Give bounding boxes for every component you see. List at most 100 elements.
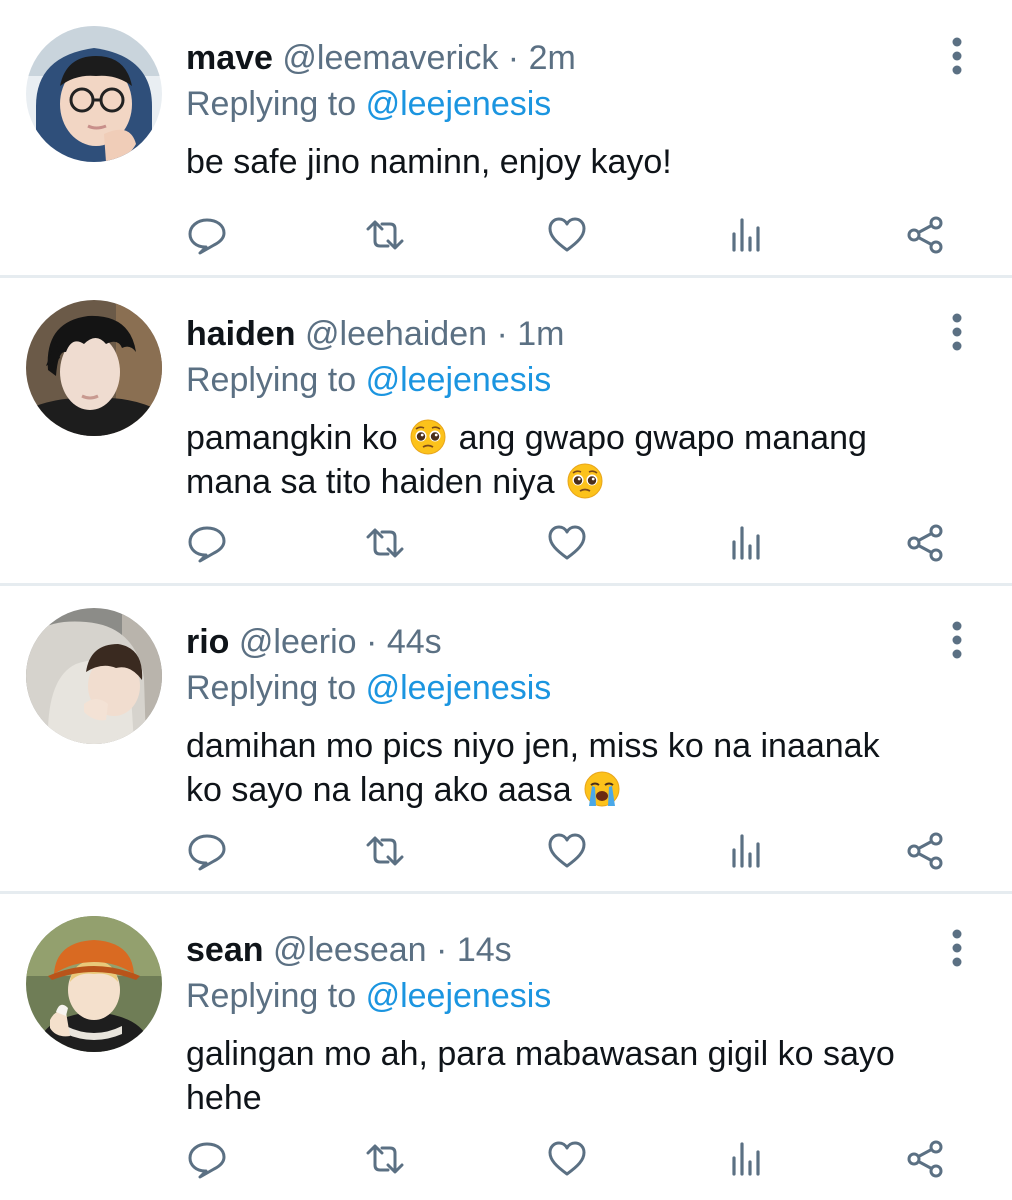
like-button[interactable] <box>542 1134 592 1184</box>
replying-to-label: Replying to <box>186 361 357 399</box>
tweet-text: galingan mo ah, para mabawasan gigil ko … <box>186 1032 976 1120</box>
reply-button[interactable] <box>182 210 232 260</box>
reply-icon <box>188 1142 226 1179</box>
like-icon <box>548 1141 586 1176</box>
share-button[interactable] <box>900 518 950 568</box>
reply-item[interactable]: sean @leesean · 14s Replying to @leejene… <box>0 892 1012 1200</box>
pleading-face-icon <box>567 463 603 499</box>
replying-to-line: Replying to @leejenesis <box>186 976 551 1016</box>
display-name[interactable]: mave <box>186 39 273 77</box>
timestamp[interactable]: 2m <box>529 39 576 77</box>
reply-item[interactable]: rio @leerio · 44s Replying to @leejenesi… <box>0 584 1012 892</box>
reply-header: mave @leemaverick · 2m <box>186 38 576 78</box>
reply-header: sean @leesean · 14s <box>186 930 512 970</box>
like-button[interactable] <box>542 518 592 568</box>
action-bar <box>0 826 1012 876</box>
share-icon <box>907 216 943 254</box>
more-options-button[interactable] <box>940 312 974 352</box>
like-icon <box>548 833 586 868</box>
analytics-icon <box>732 526 760 560</box>
replies-feed: mave @leemaverick · 2m Replying to @leej… <box>0 0 1012 1200</box>
avatar[interactable] <box>26 300 162 436</box>
user-handle[interactable]: @leerio <box>239 623 357 661</box>
analytics-button[interactable] <box>722 1134 772 1184</box>
action-bar <box>0 1134 1012 1184</box>
tweet-text-part: hehe <box>186 1079 262 1117</box>
avatar-orange-hat-person-icon <box>26 916 162 1052</box>
replying-to-label: Replying to <box>186 85 357 123</box>
reply-icon <box>188 526 226 563</box>
timestamp[interactable]: 14s <box>457 931 512 969</box>
tweet-text-part: pamangkin ko <box>186 419 398 457</box>
avatar[interactable] <box>26 916 162 1052</box>
replying-to-mention[interactable]: @leejenesis <box>366 669 552 707</box>
more-vertical-icon <box>952 929 962 967</box>
tweet-text: pamangkin ko ang gwapo gwapo manang mana… <box>186 416 976 504</box>
analytics-button[interactable] <box>722 210 772 260</box>
reply-button[interactable] <box>182 518 232 568</box>
replying-to-mention[interactable]: @leejenesis <box>366 361 552 399</box>
analytics-icon <box>732 834 760 868</box>
like-button[interactable] <box>542 826 592 876</box>
separator-dot: · <box>496 315 508 353</box>
retweet-icon <box>366 836 404 866</box>
tweet-text-part: ko sayo na lang ako aasa <box>186 771 572 809</box>
more-options-button[interactable] <box>940 928 974 968</box>
timestamp[interactable]: 1m <box>517 315 564 353</box>
action-bar <box>0 518 1012 568</box>
retweet-button[interactable] <box>360 826 410 876</box>
replying-to-line: Replying to @leejenesis <box>186 84 551 124</box>
pleading-face-icon <box>410 419 446 455</box>
reply-button[interactable] <box>182 1134 232 1184</box>
avatar-hooded-person-icon <box>26 608 162 744</box>
retweet-button[interactable] <box>360 210 410 260</box>
like-icon <box>548 217 586 252</box>
more-vertical-icon <box>952 621 962 659</box>
like-button[interactable] <box>542 210 592 260</box>
retweet-button[interactable] <box>360 1134 410 1184</box>
reply-button[interactable] <box>182 826 232 876</box>
share-button[interactable] <box>900 826 950 876</box>
reply-item[interactable]: mave @leemaverick · 2m Replying to @leej… <box>0 0 1012 276</box>
avatar[interactable] <box>26 608 162 744</box>
retweet-button[interactable] <box>360 518 410 568</box>
avatar[interactable] <box>26 26 162 162</box>
share-icon <box>907 832 943 870</box>
user-handle[interactable]: @leesean <box>273 931 427 969</box>
share-button[interactable] <box>900 210 950 260</box>
display-name[interactable]: sean <box>186 931 264 969</box>
replying-to-line: Replying to @leejenesis <box>186 360 551 400</box>
reply-item[interactable]: haiden @leehaiden · 1m Replying to @leej… <box>0 276 1012 584</box>
timestamp[interactable]: 44s <box>387 623 442 661</box>
like-icon <box>548 525 586 560</box>
user-handle[interactable]: @leemaverick <box>282 39 498 77</box>
display-name[interactable]: haiden <box>186 315 296 353</box>
reply-icon <box>188 834 226 871</box>
separator-dot: · <box>507 39 520 77</box>
analytics-button[interactable] <box>722 518 772 568</box>
user-handle[interactable]: @leehaiden <box>305 315 487 353</box>
tweet-text: damihan mo pics niyo jen, miss ko na ina… <box>186 724 976 812</box>
analytics-button[interactable] <box>722 826 772 876</box>
display-name[interactable]: rio <box>186 623 229 661</box>
share-icon <box>907 1140 943 1178</box>
avatar-dark-hair-person-icon <box>26 300 162 436</box>
replying-to-mention[interactable]: @leejenesis <box>366 85 552 123</box>
more-options-button[interactable] <box>940 36 974 76</box>
separator-dot: · <box>436 931 448 969</box>
tweet-text-part: be safe jino naminn, enjoy kayo! <box>186 143 672 181</box>
analytics-icon <box>732 1142 760 1176</box>
replying-to-label: Replying to <box>186 669 357 707</box>
loudly-crying-face-icon <box>584 771 620 807</box>
reply-header: rio @leerio · 44s <box>186 622 442 662</box>
tweet-text-part: mana sa tito haiden niya <box>186 463 555 501</box>
action-bar <box>0 210 1012 260</box>
replying-to-line: Replying to @leejenesis <box>186 668 551 708</box>
share-icon <box>907 524 943 562</box>
replying-to-mention[interactable]: @leejenesis <box>366 977 552 1015</box>
share-button[interactable] <box>900 1134 950 1184</box>
retweet-icon <box>366 220 404 250</box>
more-options-button[interactable] <box>940 620 974 660</box>
reply-icon <box>188 218 226 255</box>
replying-to-label: Replying to <box>186 977 357 1015</box>
